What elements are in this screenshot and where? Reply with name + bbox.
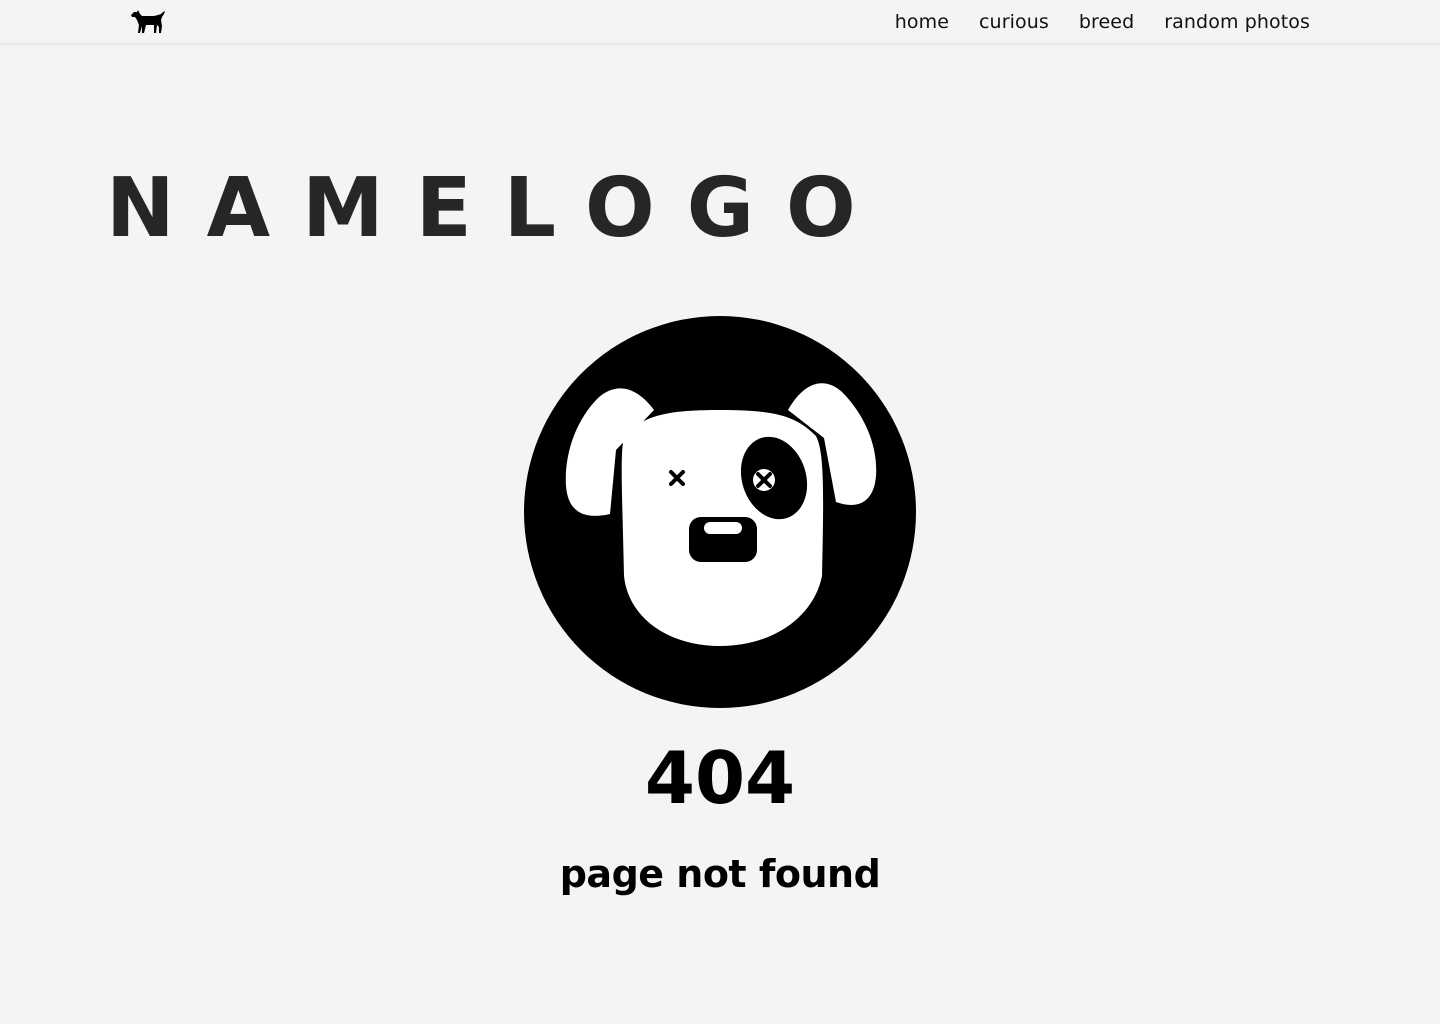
dead-dog-face-icon xyxy=(524,316,916,708)
nav-home-link[interactable]: home xyxy=(895,11,949,33)
nav-random-photos-link[interactable]: random photos xyxy=(1164,11,1310,33)
error-message: page not found xyxy=(559,852,881,896)
nav-curious-link[interactable]: curious xyxy=(979,11,1049,33)
nav-breed-link[interactable]: breed xyxy=(1079,11,1134,33)
error-code: 404 xyxy=(644,736,796,820)
dog-silhouette-icon[interactable] xyxy=(128,6,168,38)
main-nav: home curious breed random photos xyxy=(895,0,1310,44)
wordmark-logo: NAMELOGO xyxy=(106,161,888,256)
top-navbar: home curious breed random photos xyxy=(0,0,1440,44)
